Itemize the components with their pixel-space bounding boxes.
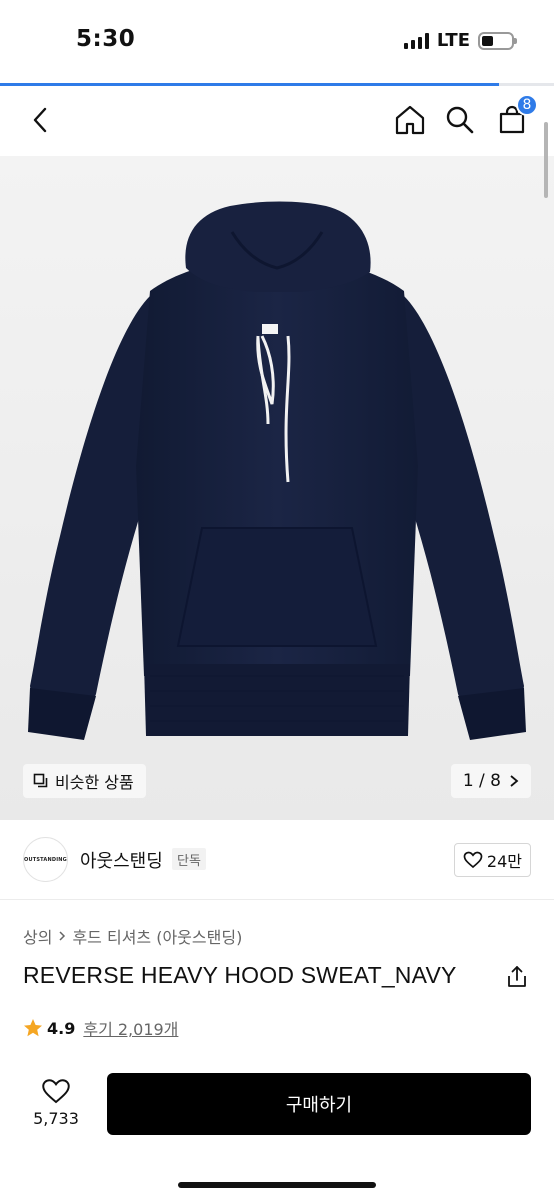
brand-logo[interactable]: OUTSTANDING [23,837,68,882]
rating: 4.9 후기 2,019개 [23,1016,178,1040]
rating-score: 4.9 [47,1018,76,1038]
status-bar: 5:30 LTE [0,0,554,84]
product-title: REVERSE HEAVY HOOD SWEAT_NAVY [23,962,457,988]
chevron-right-icon [59,931,66,941]
star-icon [24,1019,42,1037]
copy-icon [33,773,48,788]
heart-icon [463,851,483,869]
product-photo [28,201,526,740]
product-image-carousel[interactable]: 비슷한 상품 1 / 8 [0,156,554,820]
home-button[interactable] [390,100,430,140]
battery-icon [478,31,517,50]
similar-products-label: 비슷한 상품 [55,773,134,792]
signal-icon [403,32,429,49]
cart-count-badge: 8 [516,94,538,116]
image-pager[interactable]: 1 / 8 [450,764,531,798]
chevron-right-icon [510,775,519,787]
search-icon [446,106,474,134]
image-pager-text: 1 / 8 [462,771,501,791]
status-indicators: LTE [403,30,517,51]
brand-row: OUTSTANDING 아웃스탠딩 단독 24만 [0,820,554,900]
share-button[interactable] [504,964,530,990]
brand-like-count: 24만 [486,852,522,871]
brand-name[interactable]: 아웃스탠딩 [80,847,163,873]
breadcrumb: 상의 후드 티셔츠 (아웃스탠딩) [23,924,242,948]
similar-products-button[interactable]: 비슷한 상품 [23,764,146,798]
wishlist-count: 5,733 [33,1109,79,1128]
review-link[interactable]: 후기 2,019개 [83,1016,178,1040]
wishlist-button[interactable]: 5,733 [26,1078,86,1128]
status-time: 5:30 [76,26,136,52]
breadcrumb-subcategory[interactable]: 후드 티셔츠 (아웃스탠딩) [72,924,242,948]
back-button[interactable] [20,100,60,140]
buy-button[interactable]: 구매하기 [107,1073,531,1135]
chevron-left-icon [33,107,47,133]
share-icon [508,966,526,987]
top-nav: 8 [0,86,554,156]
brand-like-button[interactable]: 24만 [453,843,531,877]
cart-button[interactable]: 8 [492,94,538,140]
exclusive-tag: 단독 [172,848,206,870]
home-icon [395,105,425,135]
breadcrumb-category[interactable]: 상의 [23,924,52,948]
home-indicator [178,1182,376,1188]
heart-icon [42,1079,70,1104]
network-label: LTE [436,30,470,51]
bottom-action-bar: 5,733 구매하기 [0,1060,554,1200]
search-button[interactable] [440,100,480,140]
scrollbar[interactable] [544,122,548,198]
